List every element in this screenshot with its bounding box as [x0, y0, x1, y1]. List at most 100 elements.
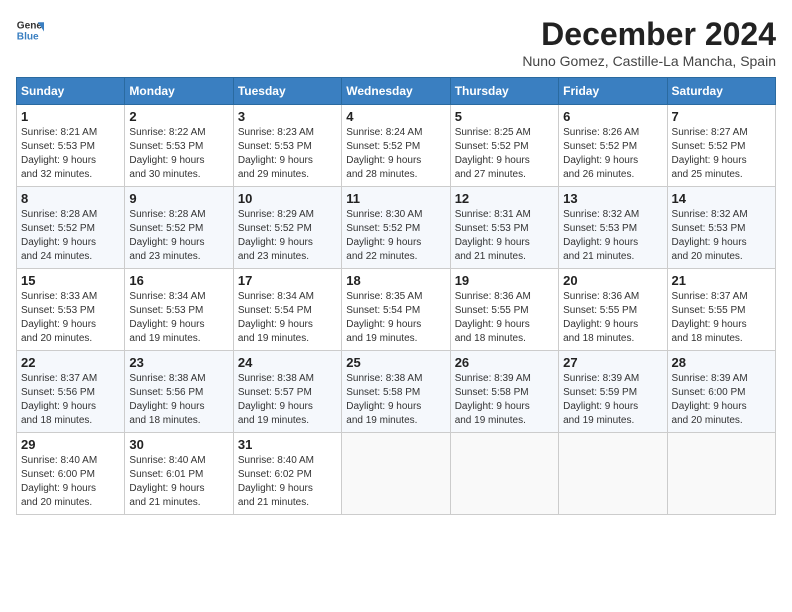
day-number: 2	[129, 109, 228, 124]
svg-text:Blue: Blue	[17, 31, 39, 42]
day-info: Sunrise: 8:32 AM Sunset: 5:53 PM Dayligh…	[672, 208, 771, 264]
day-number: 12	[455, 191, 554, 206]
calendar-cell: 24 Sunrise: 8:38 AM Sunset: 5:57 PM Dayli…	[233, 351, 341, 433]
day-info: Sunrise: 8:22 AM Sunset: 5:53 PM Dayligh…	[129, 126, 228, 182]
calendar-cell: 22 Sunrise: 8:37 AM Sunset: 5:56 PM Dayli…	[17, 351, 125, 433]
day-number: 11	[346, 191, 445, 206]
main-title: December 2024	[522, 16, 776, 53]
calendar-cell: 6 Sunrise: 8:26 AM Sunset: 5:52 PM Daylig…	[559, 105, 667, 187]
day-info: Sunrise: 8:35 AM Sunset: 5:54 PM Dayligh…	[346, 290, 445, 346]
calendar-cell: 26 Sunrise: 8:39 AM Sunset: 5:58 PM Dayli…	[450, 351, 558, 433]
calendar-cell	[450, 433, 558, 515]
day-info: Sunrise: 8:31 AM Sunset: 5:53 PM Dayligh…	[455, 208, 554, 264]
day-info: Sunrise: 8:34 AM Sunset: 5:53 PM Dayligh…	[129, 290, 228, 346]
calendar-cell: 27 Sunrise: 8:39 AM Sunset: 5:59 PM Dayli…	[559, 351, 667, 433]
calendar-cell	[342, 433, 450, 515]
weekday-header-row: SundayMondayTuesdayWednesdayThursdayFrid…	[17, 78, 776, 105]
day-number: 18	[346, 273, 445, 288]
day-number: 3	[238, 109, 337, 124]
day-info: Sunrise: 8:28 AM Sunset: 5:52 PM Dayligh…	[21, 208, 120, 264]
calendar-cell: 9 Sunrise: 8:28 AM Sunset: 5:52 PM Daylig…	[125, 187, 233, 269]
day-info: Sunrise: 8:39 AM Sunset: 6:00 PM Dayligh…	[672, 372, 771, 428]
day-number: 7	[672, 109, 771, 124]
calendar-cell: 14 Sunrise: 8:32 AM Sunset: 5:53 PM Dayli…	[667, 187, 775, 269]
calendar-cell: 2 Sunrise: 8:22 AM Sunset: 5:53 PM Daylig…	[125, 105, 233, 187]
day-info: Sunrise: 8:28 AM Sunset: 5:52 PM Dayligh…	[129, 208, 228, 264]
calendar-cell: 12 Sunrise: 8:31 AM Sunset: 5:53 PM Dayli…	[450, 187, 558, 269]
day-number: 21	[672, 273, 771, 288]
day-info: Sunrise: 8:38 AM Sunset: 5:57 PM Dayligh…	[238, 372, 337, 428]
day-info: Sunrise: 8:39 AM Sunset: 5:59 PM Dayligh…	[563, 372, 662, 428]
calendar-cell	[559, 433, 667, 515]
day-number: 26	[455, 355, 554, 370]
day-number: 14	[672, 191, 771, 206]
logo-icon: General Blue	[16, 16, 44, 44]
calendar-cell: 18 Sunrise: 8:35 AM Sunset: 5:54 PM Dayli…	[342, 269, 450, 351]
subtitle: Nuno Gomez, Castille-La Mancha, Spain	[522, 53, 776, 69]
day-number: 22	[21, 355, 120, 370]
calendar-cell: 30Sunrise: 8:40 AM Sunset: 6:01 PM Dayli…	[125, 433, 233, 515]
calendar-table: SundayMondayTuesdayWednesdayThursdayFrid…	[16, 77, 776, 515]
calendar-cell: 23 Sunrise: 8:38 AM Sunset: 5:56 PM Dayli…	[125, 351, 233, 433]
day-info: Sunrise: 8:34 AM Sunset: 5:54 PM Dayligh…	[238, 290, 337, 346]
calendar-cell: 11 Sunrise: 8:30 AM Sunset: 5:52 PM Dayli…	[342, 187, 450, 269]
day-number: 23	[129, 355, 228, 370]
day-info: Sunrise: 8:26 AM Sunset: 5:52 PM Dayligh…	[563, 126, 662, 182]
calendar-cell: 16 Sunrise: 8:34 AM Sunset: 5:53 PM Dayli…	[125, 269, 233, 351]
calendar-cell: 13 Sunrise: 8:32 AM Sunset: 5:53 PM Dayli…	[559, 187, 667, 269]
day-info: Sunrise: 8:29 AM Sunset: 5:52 PM Dayligh…	[238, 208, 337, 264]
calendar-week-row: 22 Sunrise: 8:37 AM Sunset: 5:56 PM Dayli…	[17, 351, 776, 433]
day-info: Sunrise: 8:25 AM Sunset: 5:52 PM Dayligh…	[455, 126, 554, 182]
calendar-cell: 8 Sunrise: 8:28 AM Sunset: 5:52 PM Daylig…	[17, 187, 125, 269]
day-info: Sunrise: 8:33 AM Sunset: 5:53 PM Dayligh…	[21, 290, 120, 346]
day-info: Sunrise: 8:38 AM Sunset: 5:56 PM Dayligh…	[129, 372, 228, 428]
day-info: Sunrise: 8:36 AM Sunset: 5:55 PM Dayligh…	[455, 290, 554, 346]
day-number: 9	[129, 191, 228, 206]
calendar-cell: 7Sunrise: 8:27 AM Sunset: 5:52 PM Daylig…	[667, 105, 775, 187]
calendar-cell: 31 Sunrise: 8:40 AM Sunset: 6:02 PM Dayli…	[233, 433, 341, 515]
header-section: General Blue December 2024 Nuno Gomez, C…	[16, 16, 776, 69]
calendar-cell: 17 Sunrise: 8:34 AM Sunset: 5:54 PM Dayli…	[233, 269, 341, 351]
day-number: 17	[238, 273, 337, 288]
weekday-header: Friday	[559, 78, 667, 105]
day-info: Sunrise: 8:36 AM Sunset: 5:55 PM Dayligh…	[563, 290, 662, 346]
calendar-week-row: 8 Sunrise: 8:28 AM Sunset: 5:52 PM Daylig…	[17, 187, 776, 269]
day-info: Sunrise: 8:38 AM Sunset: 5:58 PM Dayligh…	[346, 372, 445, 428]
calendar-cell: 5Sunrise: 8:25 AM Sunset: 5:52 PM Daylig…	[450, 105, 558, 187]
day-info: Sunrise: 8:30 AM Sunset: 5:52 PM Dayligh…	[346, 208, 445, 264]
calendar-cell: 21Sunrise: 8:37 AM Sunset: 5:55 PM Dayli…	[667, 269, 775, 351]
day-number: 13	[563, 191, 662, 206]
calendar-cell: 4 Sunrise: 8:24 AM Sunset: 5:52 PM Daylig…	[342, 105, 450, 187]
day-info: Sunrise: 8:37 AM Sunset: 5:56 PM Dayligh…	[21, 372, 120, 428]
day-number: 20	[563, 273, 662, 288]
day-info: Sunrise: 8:39 AM Sunset: 5:58 PM Dayligh…	[455, 372, 554, 428]
weekday-header: Thursday	[450, 78, 558, 105]
calendar-week-row: 15Sunrise: 8:33 AM Sunset: 5:53 PM Dayli…	[17, 269, 776, 351]
calendar-cell: 20 Sunrise: 8:36 AM Sunset: 5:55 PM Dayli…	[559, 269, 667, 351]
calendar-week-row: 29Sunrise: 8:40 AM Sunset: 6:00 PM Dayli…	[17, 433, 776, 515]
weekday-header: Sunday	[17, 78, 125, 105]
day-info: Sunrise: 8:40 AM Sunset: 6:02 PM Dayligh…	[238, 454, 337, 510]
weekday-header: Saturday	[667, 78, 775, 105]
day-number: 4	[346, 109, 445, 124]
calendar-cell: 10 Sunrise: 8:29 AM Sunset: 5:52 PM Dayli…	[233, 187, 341, 269]
day-number: 31	[238, 437, 337, 452]
title-section: December 2024 Nuno Gomez, Castille-La Ma…	[522, 16, 776, 69]
day-number: 16	[129, 273, 228, 288]
day-number: 27	[563, 355, 662, 370]
calendar-cell	[667, 433, 775, 515]
day-number: 6	[563, 109, 662, 124]
day-info: Sunrise: 8:40 AM Sunset: 6:00 PM Dayligh…	[21, 454, 120, 510]
day-number: 8	[21, 191, 120, 206]
day-info: Sunrise: 8:24 AM Sunset: 5:52 PM Dayligh…	[346, 126, 445, 182]
weekday-header: Wednesday	[342, 78, 450, 105]
calendar-cell: 15Sunrise: 8:33 AM Sunset: 5:53 PM Dayli…	[17, 269, 125, 351]
day-number: 24	[238, 355, 337, 370]
weekday-header: Tuesday	[233, 78, 341, 105]
calendar-cell: 19Sunrise: 8:36 AM Sunset: 5:55 PM Dayli…	[450, 269, 558, 351]
day-number: 25	[346, 355, 445, 370]
day-number: 10	[238, 191, 337, 206]
day-info: Sunrise: 8:32 AM Sunset: 5:53 PM Dayligh…	[563, 208, 662, 264]
calendar-cell: 3Sunrise: 8:23 AM Sunset: 5:53 PM Daylig…	[233, 105, 341, 187]
calendar-week-row: 1Sunrise: 8:21 AM Sunset: 5:53 PM Daylig…	[17, 105, 776, 187]
